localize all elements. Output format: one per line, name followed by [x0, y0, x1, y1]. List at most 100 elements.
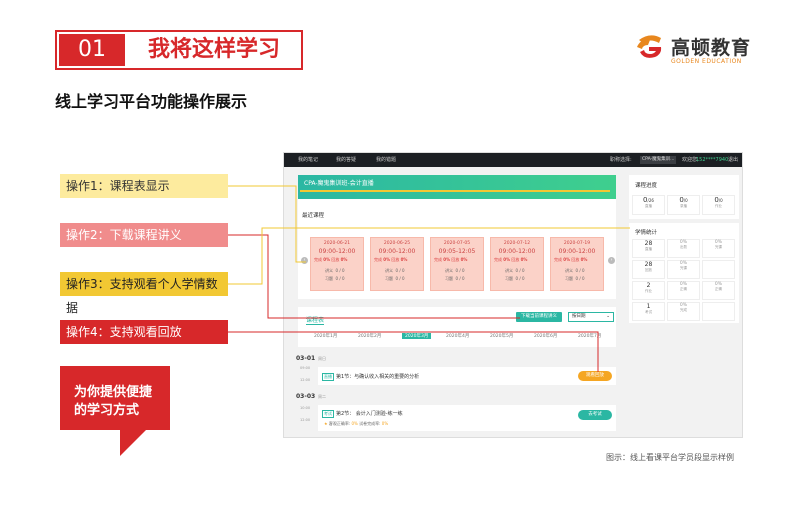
- course-header: CPA-魔鬼集训班-会计直播: [298, 175, 616, 199]
- card-time: 09:00-12:00: [498, 248, 536, 255]
- study-metric-b: [702, 302, 735, 321]
- operation-label-4: 操作4：支持观看回放: [60, 320, 228, 344]
- card-time: 09:00-12:00: [318, 248, 356, 255]
- course-select[interactable]: CPA-魔鬼集训...: [640, 156, 676, 164]
- download-handout-button[interactable]: 下载当前课程讲义: [516, 312, 562, 322]
- month-tab[interactable]: 2020年4月: [446, 333, 469, 339]
- progress-cell-recorded: 0/0 录播: [667, 195, 700, 215]
- card-date: 2020-07-19: [563, 241, 591, 246]
- month-tab[interactable]: 2020年2月: [358, 333, 381, 339]
- card-row-1: 讲义 0 / 0: [385, 268, 405, 273]
- study-count: 28 回放: [632, 260, 665, 279]
- schedule-panel: 课程表 下载当前课程讲义 按日期 ⌄ 2020年1月 2020年2月 2020年3月 2…: [298, 307, 616, 347]
- card-progress: 完成 0% 回放 0%: [374, 257, 408, 262]
- card-row-1: 讲义 0 / 0: [565, 268, 585, 273]
- card-row-1: 讲义 0 / 0: [445, 268, 465, 273]
- nav-mistakes[interactable]: 我的错题: [376, 153, 396, 167]
- callout-text: 为你提供便捷 的学习方式: [74, 384, 170, 420]
- card-time: 09:00-12:00: [558, 248, 596, 255]
- card-row-2: 习题 0 / 0: [565, 276, 585, 281]
- recent-courses-label: 最近课程: [302, 213, 325, 219]
- lesson-row[interactable]: 考试 第2节： 会计入门测验-练一练 ★ 客观正确率: 0% 试卷完成率: 0%…: [318, 405, 616, 431]
- month-tab[interactable]: 2020年7月: [578, 333, 601, 339]
- tab-schedule[interactable]: 课程表: [306, 315, 325, 325]
- card-row-2: 习题 0 / 0: [505, 276, 525, 281]
- lesson-row[interactable]: 直播 第1节：与确认收入相关的重要的分析 观看回放: [318, 367, 616, 385]
- lesson-time-start: 10:00: [300, 406, 311, 410]
- progress-title: 课程进度: [635, 183, 658, 189]
- nav-notes[interactable]: 我的笔记: [298, 153, 318, 167]
- course-card[interactable]: 2020-06-25 09:00-12:00 完成 0% 回放 0% 讲义 0 / 0…: [370, 237, 424, 291]
- carousel-prev-icon[interactable]: ‹: [301, 257, 308, 264]
- card-row-2: 习题 0 / 0: [445, 276, 465, 281]
- callout-line-2: 的学习方式: [74, 403, 140, 418]
- lesson-time-end: 12:00: [300, 378, 311, 382]
- golden-logo-icon: [637, 35, 662, 58]
- day-date: 03-01: [296, 355, 316, 362]
- section-number: 01: [59, 34, 125, 66]
- lesson-stats: ★ 客观正确率: 0% 试卷完成率: 0%: [324, 421, 389, 426]
- figure-caption: 图示：线上看课平台学员段显示样例: [606, 453, 734, 462]
- study-count: 2 作业: [632, 281, 665, 300]
- operation-label-2: 操作2：下载课程讲义: [60, 223, 228, 247]
- course-card[interactable]: 2020-07-19 09:00-12:00 完成 0% 回放 0% 讲义 0 / 0…: [550, 237, 604, 291]
- nav-answers[interactable]: 我的答疑: [336, 153, 356, 167]
- study-stats-title: 学情统计: [635, 230, 658, 236]
- card-progress: 完成 0% 回放 0%: [314, 257, 348, 262]
- progress-panel: 课程进度 0/26 直播 0/0 录播 0/0 作业: [629, 175, 739, 219]
- lesson-tag: 考试: [322, 410, 334, 418]
- course-card[interactable]: 2020-07-12 09:00-12:00 完成 0% 回放 0% 讲义 0 / 0…: [490, 237, 544, 291]
- study-metric-a: 0% 正确: [667, 281, 700, 300]
- card-row-2: 习题 0 / 0: [325, 276, 345, 281]
- card-date: 2020-06-25: [383, 241, 411, 246]
- take-exam-button[interactable]: 去考试: [578, 410, 612, 420]
- lesson-time-end: 12:00: [300, 418, 311, 422]
- user-phone: 152****7940: [696, 157, 729, 163]
- month-tab[interactable]: 2020年1月: [314, 333, 337, 339]
- study-metric-b: 0% 正确: [702, 281, 735, 300]
- day-weekday: 周二: [318, 394, 326, 399]
- course-card[interactable]: 2020-06-21 09:00-12:00 完成 0% 回放 0% 讲义 0 / 0…: [310, 237, 364, 291]
- sort-select[interactable]: 按日期 ⌄: [568, 312, 614, 322]
- study-count: 1 考试: [632, 302, 665, 321]
- study-metric-b: [702, 260, 735, 279]
- lesson-tag: 直播: [322, 373, 334, 381]
- lesson-time-start: 09:00: [300, 366, 311, 370]
- progress-cell-live: 0/26 直播: [632, 195, 665, 215]
- highlight-line: [300, 190, 610, 192]
- month-tab[interactable]: 2020年5月: [490, 333, 513, 339]
- month-tab[interactable]: 2020年6月: [534, 333, 557, 339]
- switch-label: 职称选择:: [610, 157, 632, 163]
- card-row-1: 讲义 0 / 0: [505, 268, 525, 273]
- course-card[interactable]: 2020-07-05 09:05-12:05 完成 0% 回放 0% 讲义 0 / 0…: [430, 237, 484, 291]
- section-header: 01 我将这样学习: [55, 30, 303, 70]
- operation-label-3: 操作3：支持观看个人学情数据: [60, 272, 228, 315]
- card-row-1: 讲义 0 / 0: [325, 268, 345, 273]
- section-heading: 我将这样学习: [147, 37, 280, 62]
- study-metric-a: 0% 出勤: [667, 239, 700, 258]
- study-count: 28 直播: [632, 239, 665, 258]
- logout-link[interactable]: 退出: [728, 153, 738, 167]
- page-title: 线上学习平台功能操作展示: [55, 92, 248, 111]
- card-time: 09:00-12:00: [378, 248, 416, 255]
- brand-name-en: GOLDEN EDUCATION: [671, 58, 742, 65]
- operation-label-1: 操作1：课程表显示: [60, 174, 228, 198]
- card-progress: 完成 0% 回放 0%: [554, 257, 588, 262]
- top-nav-bar: 我的笔记 我的答疑 我的错题 职称选择: CPA-魔鬼集训... 欢迎您, 15…: [284, 153, 742, 167]
- carousel-next-icon[interactable]: ›: [608, 257, 615, 264]
- progress-cell-homework: 0/0 作业: [702, 195, 735, 215]
- brand-logo: 高顿教育 GOLDEN EDUCATION: [633, 30, 753, 70]
- card-progress: 完成 0% 回放 0%: [434, 257, 468, 262]
- month-tab[interactable]: 2020年3月: [402, 333, 432, 339]
- study-stats-panel: 学情统计 28 直播 0% 出勤 0% 完课 28 回放 0% 完课 2 作业 0% 正确 0% 正确 1 考试 0…: [629, 223, 739, 323]
- course-title: CPA-魔鬼集训班-会计直播: [304, 180, 374, 187]
- day-date: 03-03: [296, 393, 316, 400]
- callout-line-1: 为你提供便捷: [74, 385, 153, 400]
- chevron-down-icon: ⌄: [606, 314, 610, 319]
- card-time: 09:05-12:05: [438, 248, 476, 255]
- card-date: 2020-07-12: [503, 241, 531, 246]
- card-date: 2020-07-05: [443, 241, 471, 246]
- watch-replay-button[interactable]: 观看回放: [578, 371, 612, 381]
- lesson-title: 第2节： 会计入门测验-练一练: [336, 411, 403, 417]
- study-metric-a: 0% 完成: [667, 302, 700, 321]
